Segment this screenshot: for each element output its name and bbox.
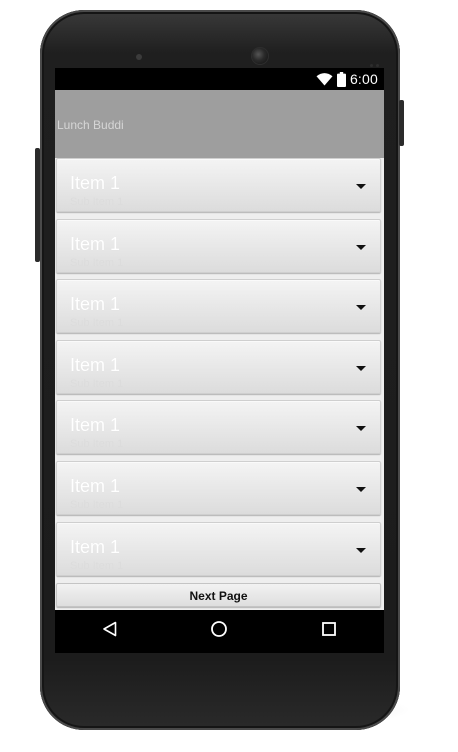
home-icon xyxy=(210,620,228,643)
list-item[interactable]: Item 1 Sub Item 1 xyxy=(56,340,381,394)
recents-icon xyxy=(321,621,337,642)
list-item-subtitle: Sub Item 1 xyxy=(70,378,124,390)
list-item-subtitle: Sub Item 1 xyxy=(70,317,124,329)
battery-icon xyxy=(336,71,346,87)
status-icons: 6:00 xyxy=(316,71,378,87)
list-item[interactable]: Item 1 Sub Item 1 xyxy=(56,219,381,273)
earpiece-icon xyxy=(136,54,142,60)
list-item-title: Item 1 xyxy=(70,234,121,254)
volume-button xyxy=(35,148,40,262)
home-button[interactable] xyxy=(189,610,249,653)
chevron-down-icon[interactable] xyxy=(356,487,366,492)
app-title: Lunch Buddi xyxy=(57,118,124,132)
list-item-subtitle: Sub Item 1 xyxy=(70,560,124,572)
list-item-title: Item 1 xyxy=(70,173,121,193)
list-item[interactable]: Item 1 Sub Item 1 xyxy=(56,522,381,576)
list-item-subtitle: Sub Item 1 xyxy=(70,438,124,450)
chevron-down-icon[interactable] xyxy=(356,184,366,189)
list-item[interactable]: Item 1 Sub Item 1 xyxy=(56,400,381,454)
front-camera-icon xyxy=(252,48,268,64)
back-button[interactable] xyxy=(80,610,140,653)
list-item-subtitle: Sub Item 1 xyxy=(70,499,124,511)
recents-button[interactable] xyxy=(299,610,359,653)
chevron-down-icon[interactable] xyxy=(356,305,366,310)
nav-bar xyxy=(55,610,384,653)
list-item[interactable]: Item 1 Sub Item 1 xyxy=(56,461,381,515)
wifi-icon xyxy=(316,72,333,86)
chevron-down-icon[interactable] xyxy=(356,426,366,431)
status-time: 6:00 xyxy=(349,71,378,87)
list-item-title: Item 1 xyxy=(70,476,121,496)
list-item[interactable]: Item 1 Sub Item 1 xyxy=(56,279,381,333)
app-bar: Lunch Buddi xyxy=(55,90,384,158)
list-item-title: Item 1 xyxy=(70,294,121,314)
next-page-button[interactable]: Next Page xyxy=(56,583,381,607)
sensor-icon xyxy=(370,54,390,67)
list-item-subtitle: Sub Item 1 xyxy=(70,257,124,269)
chevron-down-icon[interactable] xyxy=(356,366,366,371)
power-button xyxy=(399,100,404,146)
chevron-down-icon[interactable] xyxy=(356,548,366,553)
status-bar: 6:00 xyxy=(55,68,384,90)
list-item-title: Item 1 xyxy=(70,537,121,557)
list-item-subtitle: Sub Item 1 xyxy=(70,196,124,208)
back-icon xyxy=(102,621,118,642)
chevron-down-icon[interactable] xyxy=(356,245,366,250)
list-item[interactable]: Item 1 Sub Item 1 xyxy=(56,158,381,212)
list-item-title: Item 1 xyxy=(70,355,121,375)
screen: 6:00 Lunch Buddi Item 1 Sub Item 1 Item … xyxy=(55,68,384,653)
list-item-title: Item 1 xyxy=(70,415,121,435)
